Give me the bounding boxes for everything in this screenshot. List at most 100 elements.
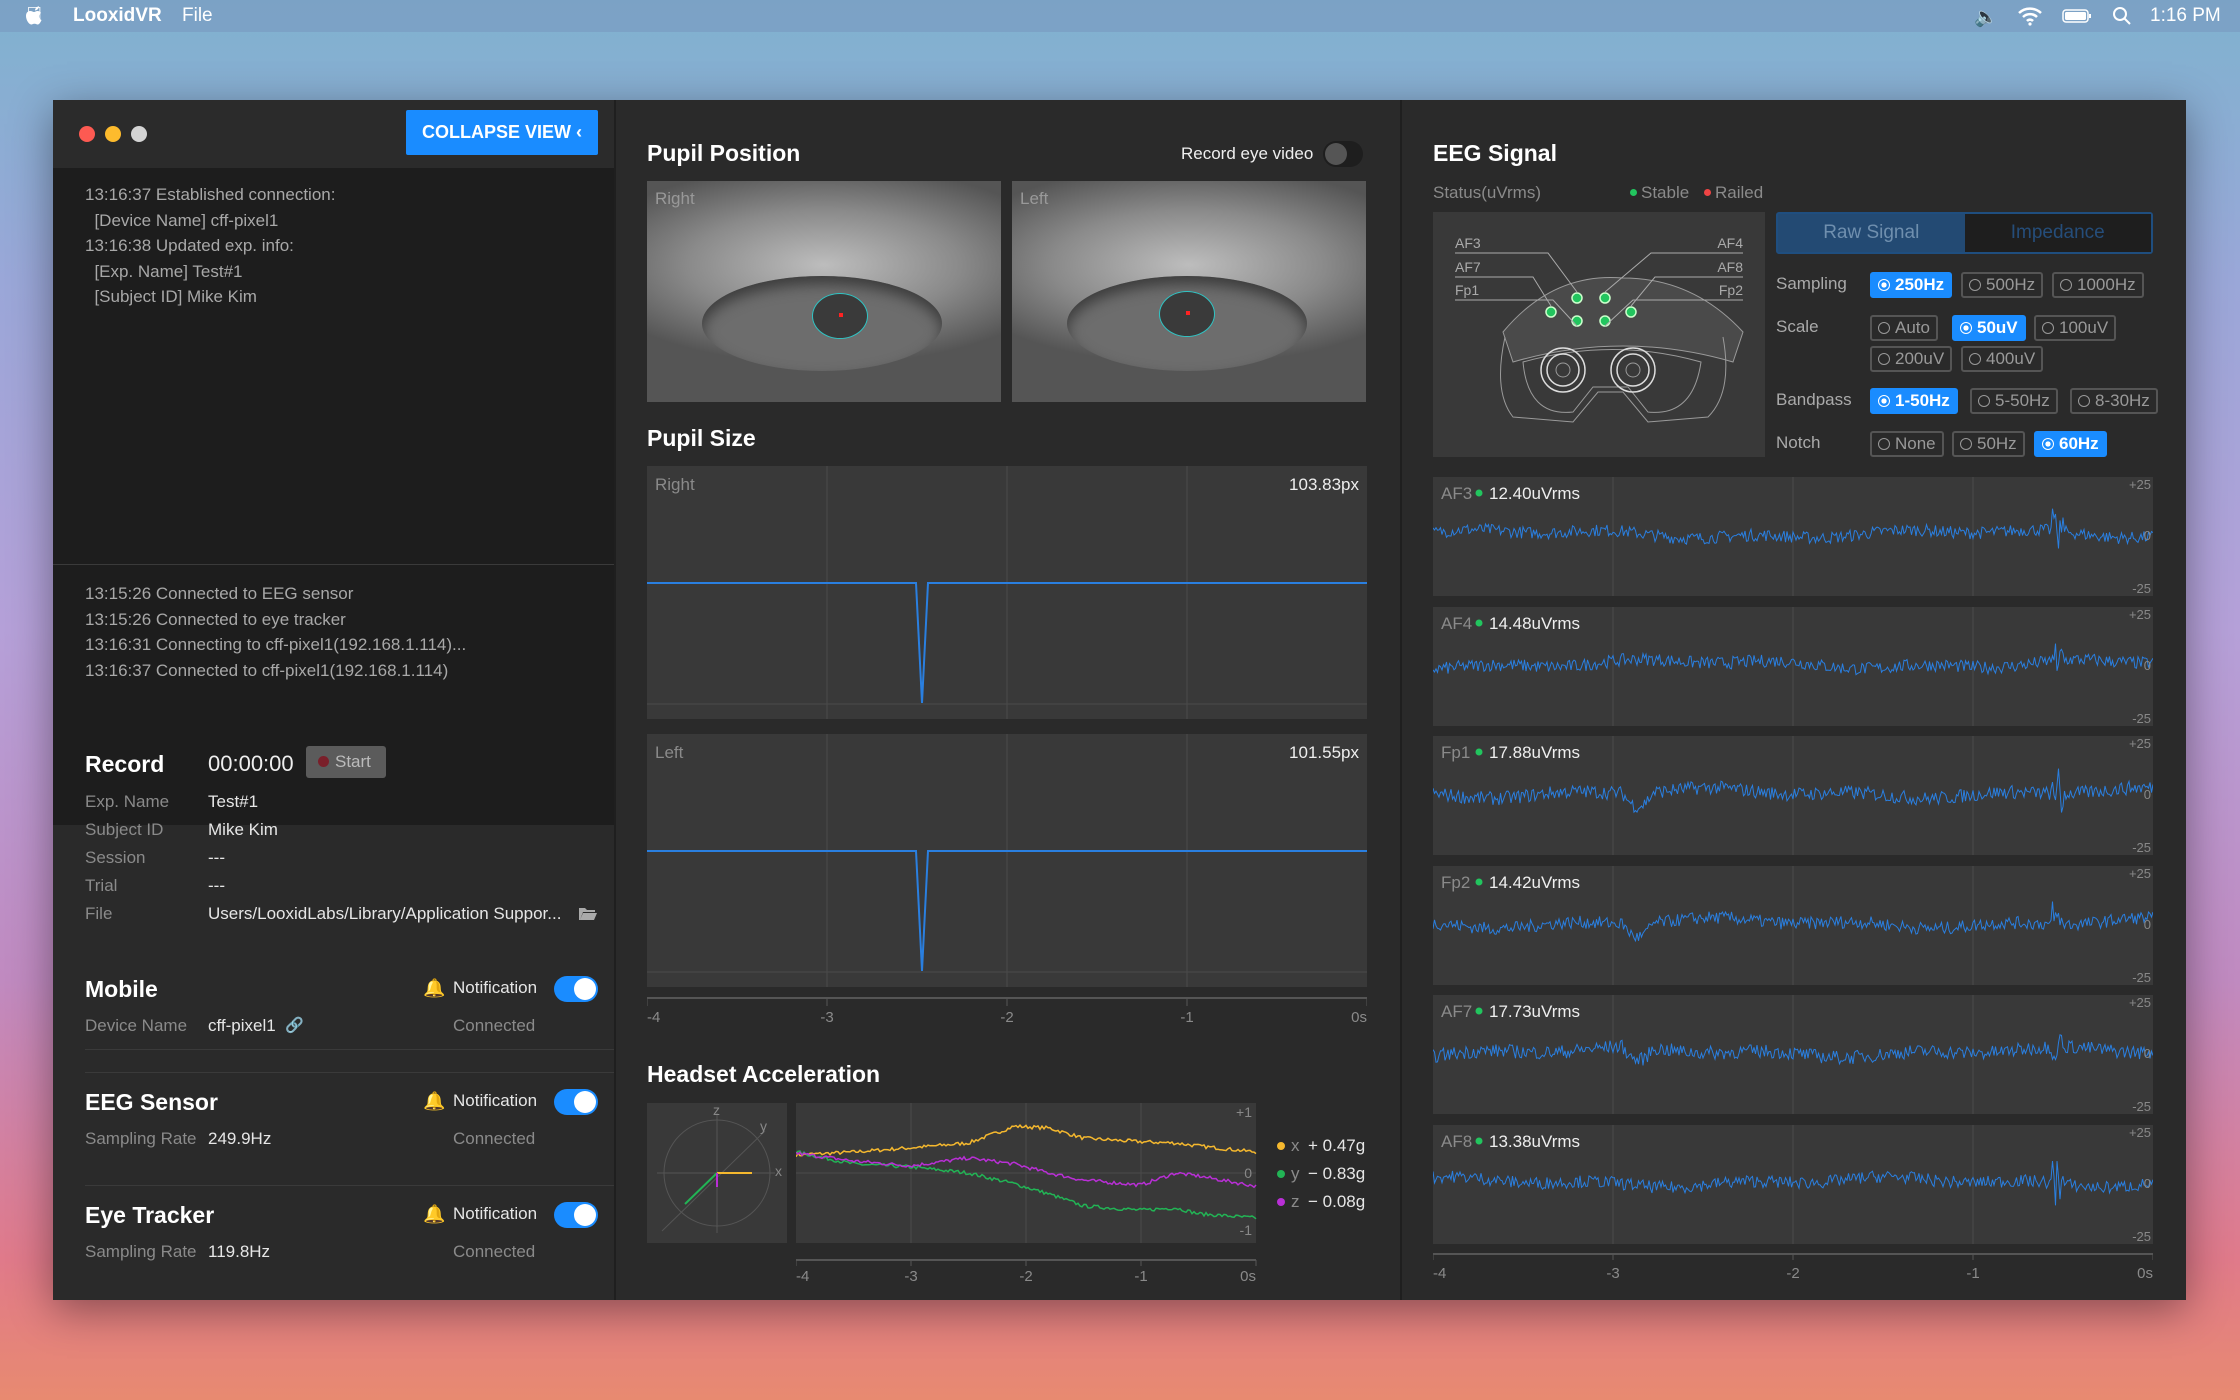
device-info-value: cff-pixel1 <box>208 1016 276 1035</box>
scale-option[interactable]: 50uV <box>1952 315 2026 341</box>
notification-toggle[interactable] <box>554 1202 598 1228</box>
eeg-channel-AF7: AF7 17.73uVrms +25 0 -25 <box>1433 995 2153 1115</box>
sampling-label: Sampling <box>1776 274 1847 293</box>
status-dot-icon <box>1475 1137 1483 1145</box>
device-status: Connected <box>453 1129 536 1148</box>
collapse-view-button[interactable]: COLLAPSE VIEW ‹ <box>406 110 598 155</box>
eye-camera-right: Right <box>647 181 1001 402</box>
file-menu[interactable]: File <box>182 5 213 27</box>
electrode-dot <box>1625 306 1637 318</box>
railed-label: Railed <box>1715 183 1764 202</box>
field-value[interactable]: Users/LooxidLabs/Library/Application Sup… <box>208 904 561 924</box>
electrode-dot <box>1599 292 1611 304</box>
x-tick-label: -1 <box>1134 1268 1147 1283</box>
field-value: Mike Kim <box>208 820 278 839</box>
divider <box>85 1049 614 1050</box>
status-dot-icon <box>1475 489 1483 497</box>
pupil-size-chart: Right 103.83px Left 101.55px -4 -3 -2 -1 0s <box>647 466 1367 1026</box>
scale-option[interactable]: Auto <box>1870 315 1938 341</box>
log-line: 13:16:38 Updated exp. info: <box>85 236 294 255</box>
bandpass-option[interactable]: 5-50Hz <box>1970 388 2058 414</box>
device-info-label: Sampling Rate <box>85 1129 197 1148</box>
notch-option[interactable]: None <box>1870 431 1944 457</box>
x-tick-label: 0s <box>2137 1265 2153 1282</box>
folder-icon[interactable] <box>579 906 597 921</box>
scale-option[interactable]: 400uV <box>1961 346 2044 372</box>
acceleration-3d-axes: z y x <box>647 1103 787 1243</box>
field-value: Test#1 <box>208 792 259 811</box>
eeg-x-axis: -4 -3 -2 -1 0s <box>1433 1253 2153 1282</box>
field-value: --- <box>208 848 225 867</box>
x-tick-label: -4 <box>647 1009 660 1026</box>
wifi-icon[interactable] <box>2017 6 2043 26</box>
bandpass-label: Bandpass <box>1776 390 1852 409</box>
spotlight-search-icon[interactable] <box>2112 6 2132 26</box>
electrode-label: AF4 <box>1717 235 1743 251</box>
eye-label: Left <box>1020 189 1049 208</box>
y-tick-label: +25 <box>2129 995 2151 1010</box>
tab-impedance[interactable]: Impedance <box>1964 214 2151 252</box>
scale-option[interactable]: 200uV <box>1870 346 1953 372</box>
pupil-size-title: Pupil Size <box>647 425 756 451</box>
status-dot-icon <box>1475 619 1483 627</box>
sampling-option[interactable]: 1000Hz <box>2052 272 2144 298</box>
notification-label: Notification <box>453 978 538 997</box>
sampling-option[interactable]: 250Hz <box>1870 272 1953 298</box>
scale-label: Scale <box>1776 317 1819 336</box>
tab-raw-signal[interactable]: Raw Signal <box>1778 214 1965 252</box>
volume-icon[interactable]: 🔈 <box>1974 5 1998 29</box>
notch-label: Notch <box>1776 433 1821 452</box>
electrode-label: AF7 <box>1455 259 1481 275</box>
axis-label-x: x <box>775 1163 782 1179</box>
pupil-size-value: 101.55px <box>1289 743 1359 762</box>
y-tick-label: +25 <box>2129 607 2151 622</box>
x-tick-label: -2 <box>1019 1268 1032 1283</box>
headset-face <box>1522 349 1702 413</box>
x-tick-label: -3 <box>1606 1265 1619 1282</box>
notch-option[interactable]: 50Hz <box>1952 431 2025 457</box>
bandpass-option[interactable]: 1-50Hz <box>1870 388 1958 414</box>
channel-name: Fp1 <box>1441 743 1470 762</box>
bandpass-option[interactable]: 8-30Hz <box>2070 388 2158 414</box>
record-eye-video-toggle[interactable] <box>1323 141 1363 167</box>
y-tick-label: 0 <box>2144 658 2151 673</box>
channel-name: Fp2 <box>1441 873 1470 892</box>
sampling-option[interactable]: 500Hz <box>1961 272 2044 298</box>
stable-dot-icon <box>1630 189 1637 196</box>
divider <box>614 100 616 1300</box>
app-menu[interactable]: LooxidVR <box>73 5 162 27</box>
notch-option[interactable]: 60Hz <box>2034 431 2107 457</box>
zoom-button[interactable] <box>131 126 147 142</box>
unlink-icon[interactable]: 🔗 <box>285 1016 304 1034</box>
scale-option[interactable]: 100uV <box>2034 315 2117 341</box>
notification-toggle[interactable] <box>554 976 598 1002</box>
electrode-dot <box>1545 306 1557 318</box>
log-line: [Device Name] cff-pixel1 <box>85 210 279 230</box>
eye-camera-left: Left <box>1012 181 1366 402</box>
battery-icon[interactable] <box>2062 9 2092 23</box>
y-tick-label: +25 <box>2129 477 2151 492</box>
legend-value: + 0.47g <box>1308 1136 1366 1155</box>
apple-logo-icon[interactable] <box>24 5 44 27</box>
channel-uvrms: 12.40uVrms <box>1489 484 1580 503</box>
y-tick-label: -25 <box>2132 970 2151 985</box>
close-button[interactable] <box>79 126 95 142</box>
electrode-label: AF8 <box>1717 259 1743 275</box>
y-tick-label: -1 <box>1240 1222 1253 1238</box>
pupil-position-title: Pupil Position <box>647 140 801 166</box>
headset-acceleration-title: Headset Acceleration <box>647 1061 881 1087</box>
notification-toggle[interactable] <box>554 1089 598 1115</box>
channel-name: AF4 <box>1441 614 1472 633</box>
start-record-button[interactable]: Start <box>306 746 386 778</box>
legend-axis-name: z <box>1291 1192 1300 1211</box>
log-line: [Exp. Name] Test#1 <box>85 261 243 281</box>
log-line: [Subject ID] Mike Kim <box>85 287 257 306</box>
radio-icon <box>2042 322 2054 334</box>
field-label: Exp. Name <box>85 792 170 811</box>
minimize-button[interactable] <box>105 126 121 142</box>
radio-icon <box>1969 353 1981 365</box>
y-tick-label: 0 <box>2144 528 2151 543</box>
field-label: Subject ID <box>85 820 164 839</box>
option-label: 50Hz <box>1977 434 2017 453</box>
pupil-center-marker <box>1186 311 1190 315</box>
